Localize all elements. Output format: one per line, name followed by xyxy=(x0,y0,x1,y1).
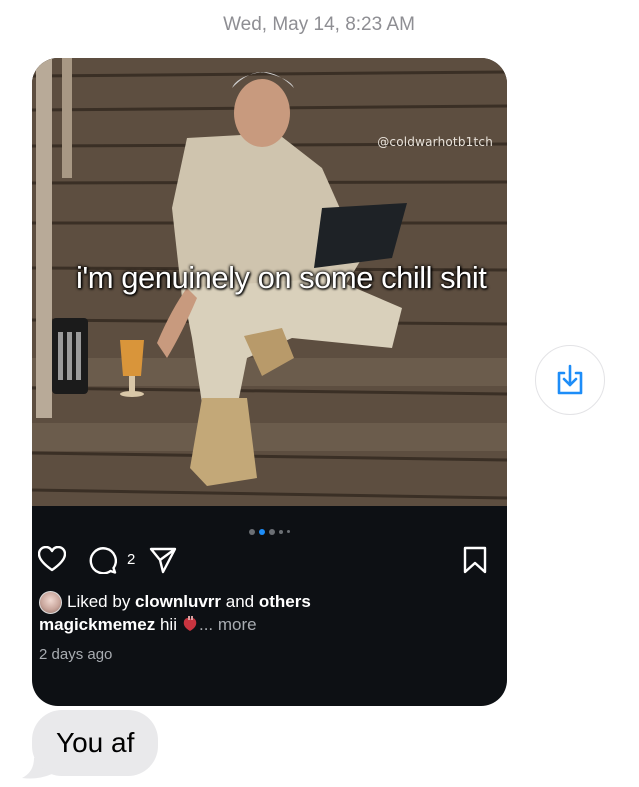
comment-icon[interactable] xyxy=(89,546,117,579)
carousel-indicator xyxy=(32,523,507,535)
shared-post-card[interactable]: @coldwarhotb1tch i'm genuinely on some c… xyxy=(32,58,507,706)
download-share-button[interactable] xyxy=(535,345,605,415)
send-icon[interactable] xyxy=(149,546,177,579)
liked-by-prefix: Liked by xyxy=(67,592,136,611)
message-timestamp: Wed, May 14, 8:23 AM xyxy=(223,14,415,35)
message-bubble[interactable]: You af xyxy=(32,710,159,776)
likes-text: Liked by clownluvrr and others xyxy=(67,592,311,612)
post-photo[interactable]: @coldwarhotb1tch i'm genuinely on some c… xyxy=(32,58,507,506)
meme-caption-overlay: i'm genuinely on some chill shit xyxy=(76,260,487,295)
anatomical-heart-icon xyxy=(183,616,197,631)
bookmark-icon[interactable] xyxy=(463,546,487,579)
carousel-dot xyxy=(279,529,283,534)
download-share-icon xyxy=(557,364,583,395)
liker-avatar xyxy=(39,591,62,614)
carousel-dot-active xyxy=(259,528,265,535)
message-text: You af xyxy=(56,727,135,758)
comment-count: 2 xyxy=(127,551,136,568)
caption-author[interactable]: magickmemez xyxy=(39,615,155,634)
caption-text: hii xyxy=(155,615,177,634)
heart-icon[interactable] xyxy=(37,545,67,577)
liked-by-others[interactable]: others xyxy=(259,592,311,611)
post-time-ago: 2 days ago xyxy=(39,646,113,663)
photo-watermark: @coldwarhotb1tch xyxy=(377,135,493,149)
liked-by-user[interactable]: clownluvrr xyxy=(135,592,221,611)
carousel-dot xyxy=(287,530,290,534)
carousel-dot xyxy=(249,528,255,535)
liked-by-and: and xyxy=(221,592,259,611)
post-actions-bar: 2 xyxy=(37,545,498,577)
caption-more-link[interactable]: ... more xyxy=(199,615,257,634)
carousel-dot xyxy=(269,528,275,535)
post-caption: magickmemez hii ... more xyxy=(39,615,257,635)
